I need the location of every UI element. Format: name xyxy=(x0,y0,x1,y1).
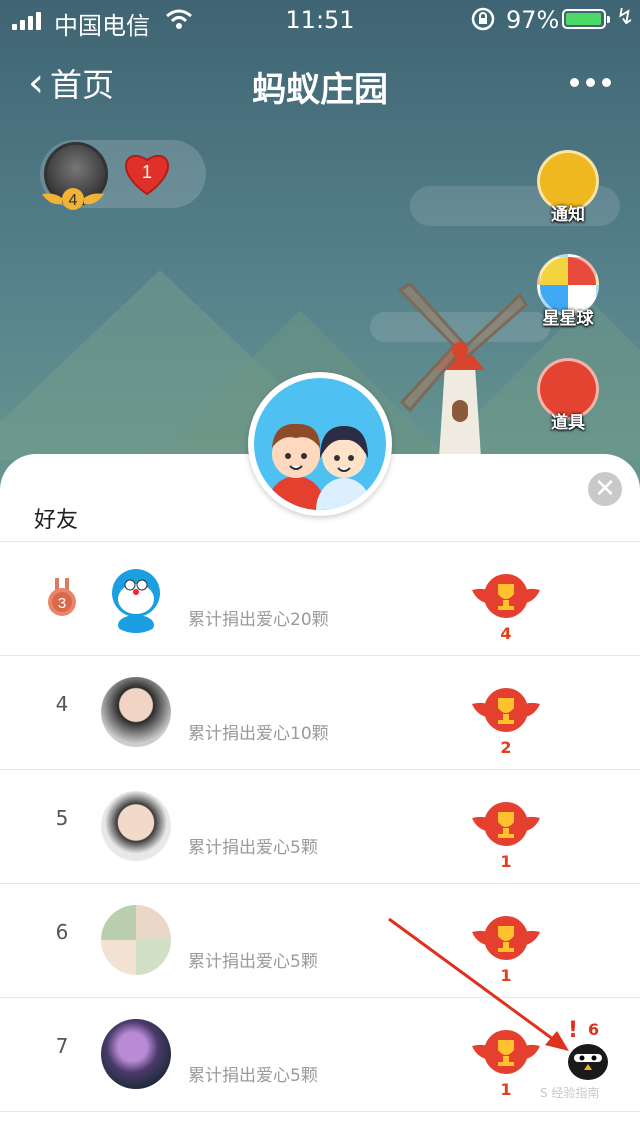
star-ball-label: 星星球 xyxy=(542,309,594,329)
notice-button[interactable]: 通知 xyxy=(534,150,602,225)
battery-percent: 97% xyxy=(506,6,560,34)
friends-avatar xyxy=(248,372,392,516)
star-ball-button[interactable]: 星星球 xyxy=(534,254,602,329)
props-label: 道具 xyxy=(551,413,585,433)
friend-avatar xyxy=(101,905,171,975)
trophy-count: 1 xyxy=(500,852,512,871)
watermark: S 经验指南 xyxy=(540,1086,600,1100)
close-icon: ✕ xyxy=(594,474,616,504)
rotation-lock-icon xyxy=(470,6,496,38)
props-button[interactable]: 道具 xyxy=(534,358,602,433)
list-item[interactable]: 3 累计捐出爱心20颗 4 xyxy=(0,541,640,655)
trophy-icon xyxy=(472,574,540,618)
donation-text: 累计捐出爱心10颗 xyxy=(188,724,329,744)
bronze-medal-icon: 3 xyxy=(48,578,76,616)
rank-number: 6 xyxy=(55,920,69,944)
trophy-count: 1 xyxy=(500,1080,512,1099)
donation-text: 累计捐出爱心20颗 xyxy=(188,610,329,630)
section-title: 好友 xyxy=(34,508,79,533)
annotation-arrow xyxy=(388,917,569,1051)
list-item[interactable]: 5 累计捐出爱心5颗 1 xyxy=(0,769,640,883)
navigation-bar: ‹ 首页 蚂蚁庄园 xyxy=(0,50,640,118)
trophy-count: 2 xyxy=(500,738,512,757)
friend-avatar xyxy=(101,791,171,861)
rank-number: 5 xyxy=(55,806,69,830)
donation-text: 累计捐出爱心5颗 xyxy=(188,952,318,972)
couple-icon xyxy=(266,423,372,510)
friend-avatar xyxy=(101,1019,171,1089)
list-item[interactable]: 4 累计捐出爱心10颗 2 xyxy=(0,655,640,769)
trophy-icon xyxy=(472,802,540,846)
heart-icon[interactable]: 1 xyxy=(122,150,172,196)
notice-label: 通知 xyxy=(551,205,585,225)
heart-count: 1 xyxy=(142,162,152,182)
charging-icon: ↯ xyxy=(616,5,635,30)
close-button[interactable]: ✕ xyxy=(588,472,622,506)
friend-avatar xyxy=(101,677,171,747)
status-bar: 中国电信 11:51 97% ↯ xyxy=(0,0,640,40)
alert-number: 6 xyxy=(588,1020,600,1039)
rank-number: 3 xyxy=(58,595,66,612)
trophy-icon xyxy=(472,688,540,732)
rank-number: 7 xyxy=(55,1034,69,1058)
trophy-count: 4 xyxy=(500,624,512,643)
page-title: 蚂蚁庄园 xyxy=(252,70,388,110)
level-badge: 4 xyxy=(42,188,104,210)
more-dots-icon[interactable] xyxy=(570,78,611,87)
friend-avatar xyxy=(101,563,171,633)
donation-text: 累计捐出爱心5颗 xyxy=(188,838,318,858)
level-number: 4 xyxy=(69,192,78,209)
rank-number: 4 xyxy=(55,692,69,716)
donation-text: 累计捐出爱心5颗 xyxy=(188,1066,318,1086)
battery-icon xyxy=(562,9,610,29)
chick-thief-icon[interactable] xyxy=(566,1040,610,1080)
